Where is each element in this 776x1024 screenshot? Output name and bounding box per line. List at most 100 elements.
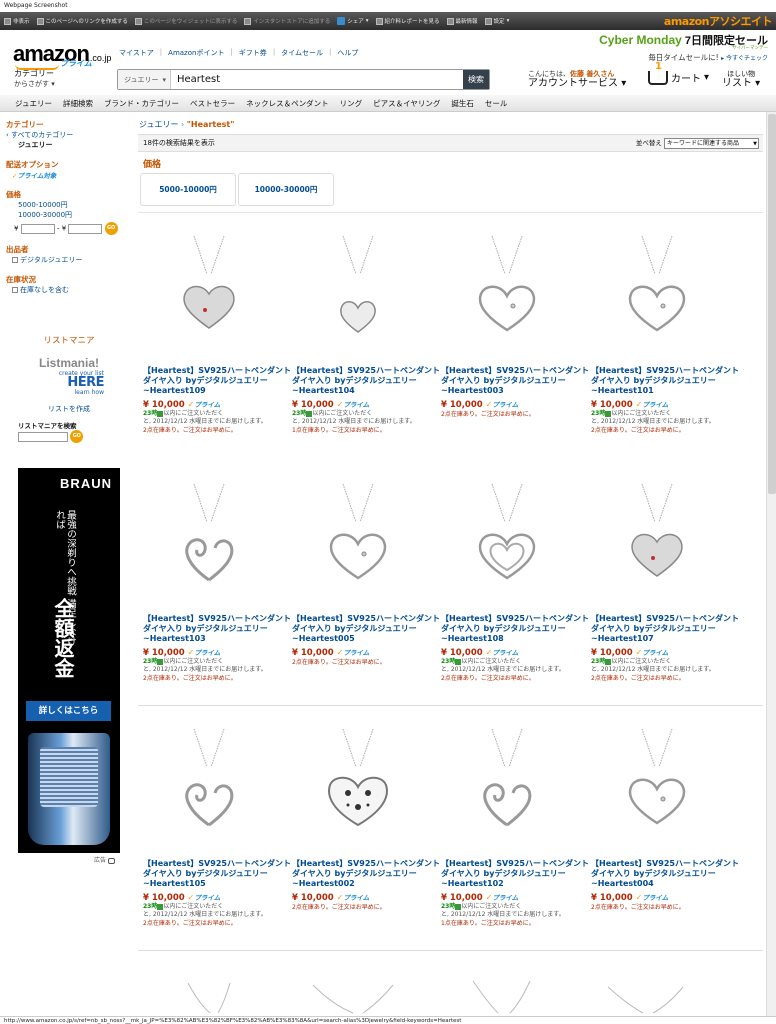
product-title-link[interactable]: 【Heartest】SV925ハートペンダント ダイヤ入り byデジタルジュエリ…: [591, 614, 741, 644]
stock-filter[interactable]: 在庫なしを含む: [6, 285, 132, 295]
braun-ad-banner[interactable]: BRAUN 最強の深剃りへ挑戦 満足しなければ 全額返金 詳しくはこちら: [18, 468, 120, 853]
product-image[interactable]: [159, 480, 259, 600]
toolbar-widget[interactable]: このページをウィジェットに表示する: [134, 17, 237, 25]
search-button[interactable]: 検索: [463, 70, 489, 89]
price-facet-2[interactable]: 10000-30000円: [238, 173, 334, 206]
product-image[interactable]: [159, 232, 259, 352]
hide-icon: [4, 17, 11, 25]
result-count: 18件の検索結果を表示: [143, 139, 215, 147]
product-title-link[interactable]: 【Heartest】SV925ハートペンダント ダイヤ入り byデジタルジュエリ…: [143, 366, 293, 396]
product-image[interactable]: [607, 232, 707, 352]
product-image[interactable]: [308, 480, 408, 600]
listmania-go-button[interactable]: GO: [70, 430, 84, 443]
create-list-link[interactable]: リストを作成: [6, 404, 132, 414]
subnav-earrings[interactable]: ピアス＆イヤリング: [373, 98, 440, 109]
nav-mystore[interactable]: マイストア: [119, 48, 154, 58]
product-title-link[interactable]: 【Heartest】SV925ハートペンダント ダイヤ入り byデジタルジュエリ…: [441, 859, 591, 889]
product-image[interactable]: [159, 725, 259, 845]
toolbar-settings[interactable]: 設定 ▾: [484, 17, 509, 25]
price-facet-1[interactable]: 5000-10000円: [140, 173, 236, 206]
chevron-down-icon: ▾: [621, 78, 627, 89]
product-title-link[interactable]: 【Heartest】SV925ハートペンダント ダイヤ入り byデジタルジュエリ…: [591, 859, 741, 889]
account-menu[interactable]: こんにちは、佐藤 善久さん アカウントサービス ▾: [528, 70, 627, 89]
toolbar-news[interactable]: 最新情報: [446, 17, 478, 25]
product-image[interactable]: [457, 725, 557, 845]
logo-prime: プライム: [60, 59, 92, 68]
product-price: ¥ 10,000 ✓プライム: [292, 893, 370, 903]
product-price: ¥ 10,000 ✓プライム: [292, 648, 370, 658]
product-image[interactable]: [457, 480, 557, 600]
product-title-link[interactable]: 【Heartest】SV925ハートペンダント ダイヤ入り byデジタルジュエリ…: [143, 614, 293, 644]
price-filter-1[interactable]: 5000-10000円: [6, 200, 132, 210]
product-image[interactable]: [308, 232, 408, 352]
product-image[interactable]: [457, 232, 557, 352]
product-title-link[interactable]: 【Heartest】SV925ハートペンダント ダイヤ入り byデジタルジュエリ…: [591, 366, 741, 396]
prime-badge: プライム: [492, 649, 519, 657]
product-title-link[interactable]: 【Heartest】SV925ハートペンダント ダイヤ入り byデジタルジュエリ…: [441, 614, 591, 644]
ad-feedback[interactable]: 広告: [94, 855, 115, 864]
sort-select[interactable]: キーワードに関連する商品: [664, 137, 759, 149]
prime-filter[interactable]: ✓プライム対象: [6, 170, 132, 180]
associates-logo[interactable]: amazonアソシエイト: [664, 13, 773, 29]
price-go-button[interactable]: GO: [104, 222, 118, 235]
ad-cta-button[interactable]: 詳しくはこちら: [26, 701, 111, 721]
checkbox[interactable]: [12, 257, 18, 263]
all-categories-link[interactable]: ‹ すべてのカテゴリー: [6, 130, 132, 140]
product-image[interactable]: [308, 725, 408, 845]
nav-points[interactable]: Amazonポイント: [168, 48, 224, 58]
breadcrumb-category[interactable]: ジュエリー: [139, 120, 178, 129]
stock-status: 2点在庫あり。ご注文はお早めに。: [591, 427, 685, 434]
price-max-input[interactable]: [68, 223, 103, 234]
nav-timesale[interactable]: タイムセール: [281, 48, 323, 58]
wishlist-button[interactable]: ほしい物 リスト ▾: [722, 70, 760, 89]
search-input[interactable]: Heartest: [171, 70, 463, 89]
subnav-bestseller[interactable]: ベストセラー: [190, 98, 235, 109]
product-price: ¥ 10,000 ✓プライム: [143, 400, 221, 410]
toolbar-hide[interactable]: 非表示: [4, 17, 30, 25]
cm-check-link[interactable]: ▸ 今すぐチェック: [721, 55, 768, 62]
delivery-info: 23時 以内にご注文いただく と, 2012/12/12 水曜日までにお届けします。: [441, 903, 565, 918]
product-title-link[interactable]: 【Heartest】SV925ハートペンダント ダイヤ入り byデジタルジュエリ…: [292, 614, 442, 644]
divider: [138, 212, 763, 213]
listmania-logo[interactable]: Listmania! create your list HERE learn h…: [34, 356, 105, 396]
subnav-jewelry[interactable]: ジュエリー: [15, 98, 52, 109]
subnav-brand[interactable]: ブランド・カテゴリー: [104, 98, 179, 109]
subnav-necklace[interactable]: ネックレス＆ペンダント: [246, 98, 329, 109]
product-card: 【Heartest】SV925ハートペンダント ダイヤ入り byデジタルジュエリ…: [292, 725, 442, 912]
scrollbar-thumb[interactable]: [768, 114, 776, 494]
product-image[interactable]: [607, 480, 707, 600]
checkbox[interactable]: [12, 287, 18, 293]
toolbar-instant-store[interactable]: インスタントストアに追加する: [244, 17, 330, 25]
toolbar-link[interactable]: このページへのリンクを作成する: [36, 17, 128, 25]
product-title-link[interactable]: 【Heartest】SV925ハートペンダント ダイヤ入り byデジタルジュエリ…: [143, 859, 293, 889]
subnav-ring[interactable]: リング: [340, 98, 363, 109]
stock-status: 2点在庫あり。ご注文はお早めに。: [441, 411, 535, 418]
search-scope-dropdown[interactable]: ジュエリー ▾: [118, 70, 171, 89]
product-title-link[interactable]: 【Heartest】SV925ハートペンダント ダイヤ入り byデジタルジュエリ…: [292, 859, 442, 889]
product-price: ¥ 10,000 ✓プライム: [441, 400, 519, 410]
seller-filter[interactable]: デジタルジュエリー: [6, 255, 132, 265]
category-menu-button[interactable]: カテゴリー からさがす ▾: [14, 69, 55, 89]
delivery-info: 23時 以内にご注文いただく と, 2012/12/12 水曜日までにお届けします。: [143, 658, 267, 673]
subnav-sale[interactable]: セール: [485, 98, 508, 109]
listmania-search-input[interactable]: [18, 431, 68, 442]
subnav-advanced[interactable]: 詳細検索: [63, 98, 93, 109]
ad-brand: BRAUN: [60, 476, 112, 491]
price-min-input[interactable]: [20, 223, 55, 234]
price-filter-2[interactable]: 10000-30000円: [6, 210, 132, 220]
price-heading: 価格: [6, 190, 21, 199]
vertical-scrollbar[interactable]: [766, 112, 776, 1016]
listmania-title: リストマニア: [43, 336, 95, 346]
subnav-birthstone[interactable]: 誕生石: [451, 98, 474, 109]
product-image[interactable]: [607, 725, 707, 845]
product-price: ¥ 10,000 ✓プライム: [292, 400, 370, 410]
toolbar-share[interactable]: シェア ▾: [337, 17, 369, 25]
nav-help[interactable]: ヘルプ: [337, 48, 358, 58]
cart-button[interactable]: 1 カート ▾: [648, 61, 709, 85]
product-title-link[interactable]: 【Heartest】SV925ハートペンダント ダイヤ入り byデジタルジュエリ…: [292, 366, 442, 396]
cyber-monday-promo[interactable]: Cyber Monday 7日間限定セール サイバーマンデー 毎日タイムセールに…: [596, 32, 768, 63]
nav-giftcard[interactable]: ギフト券: [239, 48, 267, 58]
toolbar-report[interactable]: 紹介料レポートを見る: [375, 17, 440, 25]
delivery-info: 23時 以内にご注文いただく と, 2012/12/12 水曜日までにお届けします。: [143, 410, 267, 425]
product-title-link[interactable]: 【Heartest】SV925ハートペンダント ダイヤ入り byデジタルジュエリ…: [441, 366, 591, 396]
